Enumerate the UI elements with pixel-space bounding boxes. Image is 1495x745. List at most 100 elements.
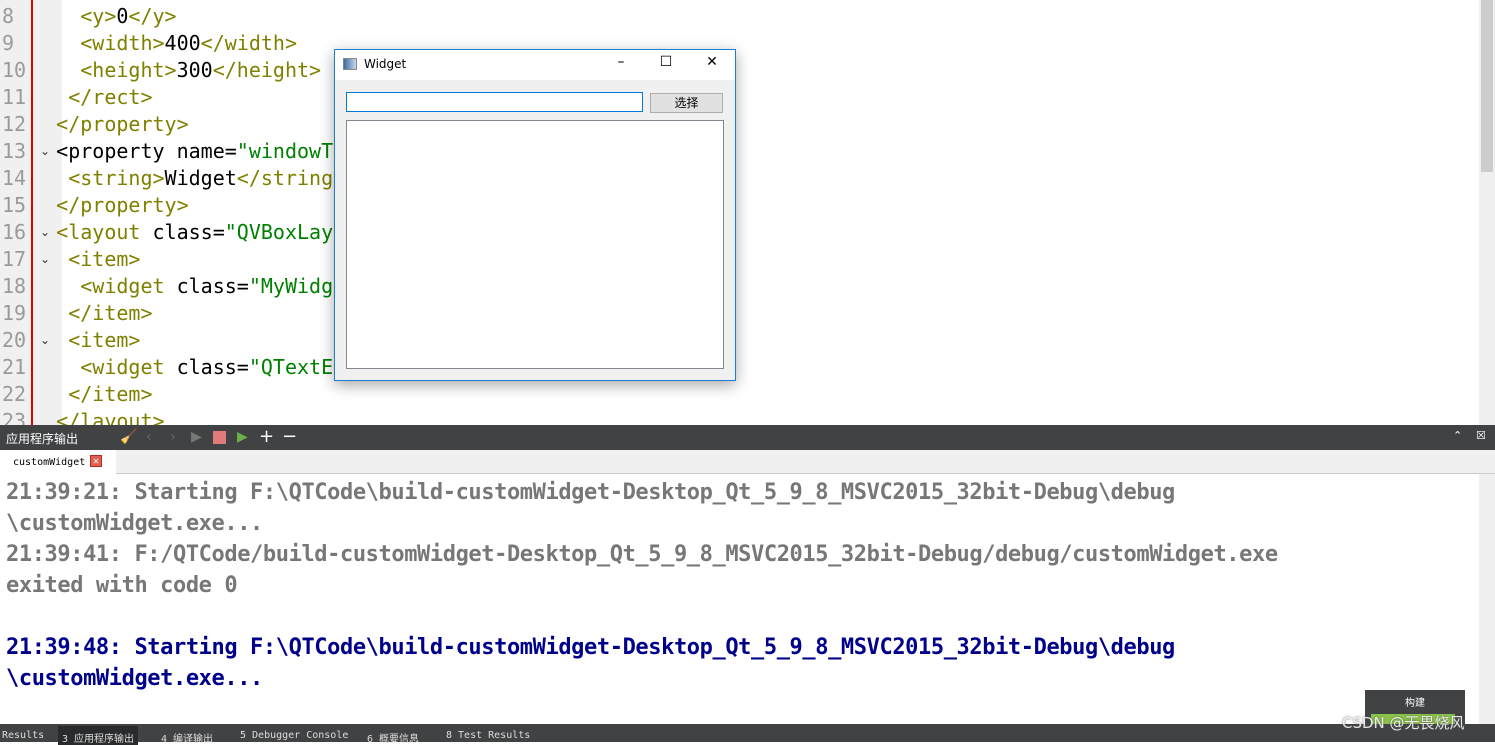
code-token: </string> — [236, 166, 346, 190]
code-token: 300 — [176, 58, 213, 82]
line-number: 14 — [2, 166, 27, 190]
code-token: <property — [56, 139, 165, 163]
code-token: <item> — [68, 247, 141, 271]
code-token: </property> — [56, 193, 189, 217]
code-editor[interactable]: <y>0</y> <width>400</width> <height>300<… — [0, 0, 1495, 425]
line-number: 21 — [2, 355, 27, 379]
panel-title: 应用程序输出 — [6, 432, 79, 446]
path-input[interactable] — [346, 92, 643, 112]
code-token: <widget — [80, 355, 165, 379]
zoom-in-icon[interactable]: + — [259, 426, 274, 447]
output-line: \customWidget.exe... — [6, 666, 263, 691]
window-titlebar[interactable]: Widget – ☐ ✕ — [335, 50, 735, 80]
minimize-button[interactable]: – — [601, 54, 641, 76]
code-token: <y> — [80, 4, 117, 28]
code-token: </layout> — [56, 409, 165, 425]
code-line: <string>Widget</string> — [8, 166, 345, 190]
scrollbar-thumb[interactable] — [1481, 0, 1493, 172]
code-line: <y>0</y> — [8, 4, 177, 28]
code-token: <layout — [56, 220, 141, 244]
code-token: <widget — [80, 274, 165, 298]
app-icon — [343, 58, 357, 70]
select-button[interactable]: 选择 — [650, 93, 723, 113]
code-token: </property> — [56, 112, 189, 136]
code-token: </width> — [200, 31, 297, 55]
code-token: <height> — [80, 58, 177, 82]
maximize-button[interactable]: ☐ — [646, 54, 686, 76]
output-tabs: customWidget ✕ — [0, 450, 1495, 474]
code-token: </item> — [68, 301, 153, 325]
build-label: 构建 — [1405, 698, 1425, 709]
code-token: class= — [140, 220, 225, 244]
window-title: Widget — [364, 57, 407, 71]
output-line: 21:39:41: F:/QTCode/build-customWidget-D… — [6, 542, 1278, 567]
output-line: 21:39:48: Starting F:\QTCode\build-custo… — [6, 635, 1175, 660]
code-token: </rect> — [68, 85, 153, 109]
line-number: 10 — [2, 58, 27, 82]
next-icon[interactable]: › — [170, 429, 176, 445]
line-number: 16 — [2, 220, 27, 244]
prev-icon[interactable]: ‹ — [146, 429, 152, 445]
line-number: 11 — [2, 85, 27, 109]
code-token: </item> — [68, 382, 153, 406]
run-icon[interactable]: ▶ — [191, 429, 202, 445]
tab-customwidget[interactable]: customWidget ✕ — [0, 450, 116, 474]
clear-icon[interactable]: 🧹 — [120, 429, 137, 445]
code-token: class= — [164, 274, 249, 298]
code-token: Widget — [164, 166, 237, 190]
pane-button[interactable]: 4 编译输出 — [161, 730, 213, 745]
tab-label: customWidget — [13, 457, 86, 468]
line-number: 18 — [2, 274, 27, 298]
line-number: 15 — [2, 193, 27, 217]
code-token: <width> — [80, 31, 165, 55]
application-output[interactable]: 21:39:21: Starting F:\QTCode\build-custo… — [0, 474, 1479, 724]
line-number: 17 — [2, 247, 27, 271]
code-line: </layout> — [8, 409, 165, 425]
code-token: 0 — [116, 4, 129, 28]
fold-chevron-icon[interactable]: ⌄ — [40, 144, 50, 158]
code-line: </property> — [8, 112, 189, 136]
code-token: </y> — [128, 4, 177, 28]
widget-window: Widget – ☐ ✕ 选择 — [334, 49, 736, 381]
pane-button[interactable]: 8 Test Results — [446, 730, 530, 741]
zoom-out-icon[interactable]: − — [282, 426, 297, 447]
line-number: 9 — [2, 31, 15, 55]
code-token: <string> — [68, 166, 165, 190]
line-number: 8 — [2, 4, 15, 28]
maximize-panel-icon[interactable]: ⌃ — [1453, 429, 1462, 442]
output-line: \customWidget.exe... — [6, 511, 263, 536]
output-line: exited with code 0 — [6, 573, 238, 598]
line-number: 23 — [2, 409, 27, 425]
code-line: <width>400</width> — [8, 31, 297, 55]
output-scrollbar[interactable] — [1479, 474, 1495, 724]
pane-button[interactable]: 5 Debugger Console — [240, 730, 348, 741]
code-line: <widget class="QTextEdit" — [8, 355, 381, 379]
fold-chevron-icon[interactable]: ⌄ — [40, 333, 50, 347]
close-button[interactable]: ✕ — [692, 54, 732, 76]
code-token: <item> — [68, 328, 141, 352]
code-token: class= — [164, 355, 249, 379]
pane-button[interactable]: Results — [2, 730, 44, 741]
close-panel-icon[interactable]: ☒ — [1476, 429, 1486, 442]
fold-chevron-icon[interactable]: ⌄ — [40, 225, 50, 239]
stop-icon[interactable] — [213, 431, 226, 444]
pane-button[interactable]: 6 概要信息 — [367, 730, 419, 745]
line-number: 20 — [2, 328, 27, 352]
line-number: 12 — [2, 112, 27, 136]
code-token: 400 — [164, 31, 201, 55]
output-line: 21:39:21: Starting F:\QTCode\build-custo… — [6, 480, 1175, 505]
watermark: CSDN @无畏烧风 — [1342, 714, 1465, 732]
text-edit[interactable] — [346, 120, 724, 369]
fold-chevron-icon[interactable]: ⌄ — [40, 252, 50, 266]
bottom-pane-bar: Results 3 应用程序输出 4 编译输出 5 Debugger Console 6… — [0, 724, 1495, 745]
pane-button[interactable]: 3 应用程序输出 — [58, 726, 139, 745]
debug-run-icon[interactable]: ▶ — [237, 429, 248, 445]
editor-scrollbar[interactable] — [1479, 0, 1495, 425]
code-line: <height>300</height> — [8, 58, 321, 82]
code-token: name= — [164, 139, 237, 163]
line-number: 13 — [2, 139, 27, 163]
line-number: 22 — [2, 382, 27, 406]
line-number: 19 — [2, 301, 27, 325]
close-tab-icon[interactable]: ✕ — [90, 455, 102, 467]
